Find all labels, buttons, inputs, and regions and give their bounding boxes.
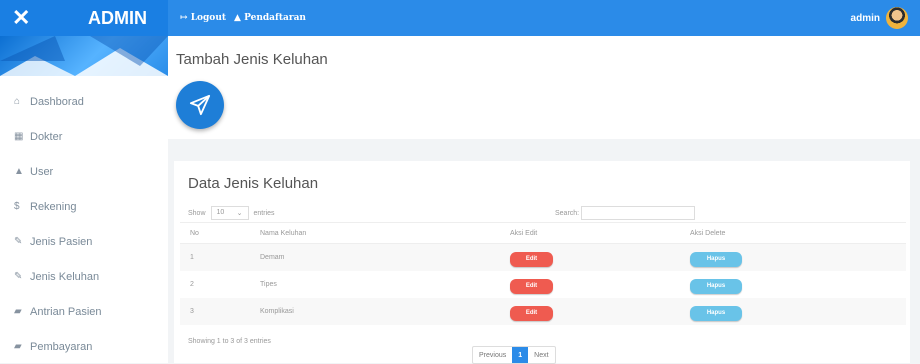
brand-area: ✕ ADMIN	[0, 0, 168, 36]
sidebar-banner	[0, 36, 168, 76]
main-content: Tambah Jenis Keluhan Data Jenis Keluhan …	[168, 36, 920, 364]
doctor-icon: ▦	[14, 131, 24, 142]
group-icon: ▰	[14, 341, 22, 352]
sidebar-item-pembayaran[interactable]: ▰ Pembayaran	[0, 329, 168, 364]
current-page-button[interactable]: 1	[512, 347, 529, 363]
sidebar: ⌂ Dashborad ▦ Dokter ▲ User $ Rekening ✎ Jeni…	[0, 36, 168, 363]
add-complaint-card: Tambah Jenis Keluhan	[168, 36, 920, 139]
app-title: ADMIN	[88, 7, 147, 28]
table-row: 2 Tipes Edit Hapus	[180, 271, 906, 298]
sidebar-item-dashboard[interactable]: ⌂ Dashborad	[0, 84, 168, 119]
search-control: Search:	[555, 206, 696, 220]
column-header-name[interactable]: Nama Keluhan	[250, 222, 500, 244]
column-header-edit[interactable]: Aksi Edit	[500, 222, 680, 244]
table-row: 3 Komplikasi Edit Hapus	[180, 297, 906, 325]
delete-button[interactable]: Hapus	[690, 305, 742, 321]
username: admin	[850, 12, 880, 24]
sidebar-item-jenis-pasien[interactable]: ✎ Jenis Pasien	[0, 224, 168, 259]
entries-control: Show 10 ⌄ entries	[188, 206, 275, 220]
group-icon: ▰	[14, 306, 22, 317]
home-icon: ⌂	[14, 96, 21, 107]
edit-icon: ✎	[14, 271, 23, 282]
edit-button[interactable]: Edit	[510, 251, 553, 267]
paper-plane-icon	[189, 94, 211, 116]
dollar-icon: $	[14, 201, 20, 212]
complaint-table-card: Data Jenis Keluhan Show 10 ⌄ entries Sea…	[174, 161, 910, 364]
column-header-delete[interactable]: Aksi Delete	[680, 222, 906, 244]
sidebar-item-jenis-keluhan[interactable]: ✎ Jenis Keluhan	[0, 259, 168, 294]
table-row: 1 Demam Edit Hapus	[180, 243, 906, 271]
table-title: Data Jenis Keluhan	[188, 175, 319, 192]
previous-page-button[interactable]: Previous	[473, 347, 512, 363]
user-icon: ▲	[234, 13, 241, 23]
column-header-no[interactable]: No	[180, 222, 250, 244]
sidebar-item-antrian-pasien[interactable]: ▰ Antrian Pasien	[0, 294, 168, 329]
sidebar-item-user[interactable]: ▲ User	[0, 154, 168, 189]
pagination: Previous 1 Next	[472, 346, 556, 364]
sidebar-item-rekening[interactable]: $ Rekening	[0, 189, 168, 224]
top-navbar: ✕ ADMIN ↦ Logout ▲ Pendaftaran admin	[0, 0, 920, 36]
search-input[interactable]	[581, 206, 696, 220]
register-link[interactable]: ▲ Pendaftaran	[234, 13, 306, 23]
edit-icon: ✎	[14, 236, 23, 247]
page-title: Tambah Jenis Keluhan	[176, 51, 328, 68]
edit-button[interactable]: Edit	[510, 278, 553, 294]
delete-button[interactable]: Hapus	[690, 278, 742, 294]
user-menu[interactable]: admin	[851, 7, 920, 29]
user-icon: ▲	[14, 166, 24, 177]
delete-button[interactable]: Hapus	[690, 251, 742, 267]
next-page-button[interactable]: Next	[528, 347, 554, 363]
complaint-table: No Nama Keluhan Aksi Edit Aksi Delete 1 …	[180, 222, 906, 325]
edit-button[interactable]: Edit	[510, 305, 553, 321]
close-menu-icon[interactable]: ✕	[12, 5, 44, 31]
add-complaint-button[interactable]	[176, 81, 224, 129]
table-info: Showing 1 to 3 of 3 entries	[188, 338, 271, 345]
chevron-down-icon: ⌄	[236, 210, 243, 217]
logout-icon: ↦	[180, 13, 188, 23]
entries-select[interactable]: 10 ⌄	[210, 206, 249, 220]
logout-link[interactable]: ↦ Logout	[180, 13, 226, 23]
avatar	[886, 7, 908, 29]
sidebar-item-dokter[interactable]: ▦ Dokter	[0, 119, 168, 154]
